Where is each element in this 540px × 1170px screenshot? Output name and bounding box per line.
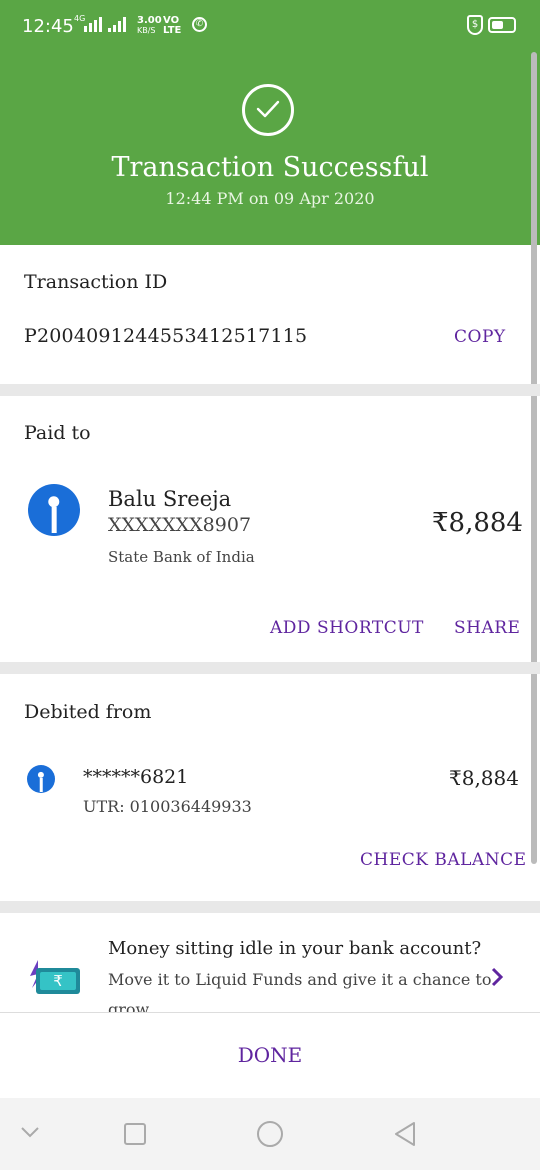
system-navigation-bar <box>0 1098 540 1170</box>
page-title: Transaction Successful <box>111 152 429 183</box>
check-balance-button[interactable]: CHECK BALANCE <box>360 850 526 870</box>
back-triangle-icon[interactable] <box>392 1120 418 1148</box>
promo-body: Move it to Liquid Funds and give it a ch… <box>108 970 492 989</box>
add-shortcut-button[interactable]: ADD SHORTCUT <box>270 618 424 638</box>
divider <box>0 901 540 913</box>
svg-text:₹: ₹ <box>53 972 63 990</box>
status-bar: 12:45 4G 3.00 KB/S VO LTE ✆ $ <box>0 0 540 52</box>
divider <box>0 384 540 396</box>
promo-body-overflow: grow <box>108 1000 150 1012</box>
sbi-logo-icon <box>28 484 80 536</box>
transaction-timestamp: 12:44 PM on 09 Apr 2020 <box>165 189 375 208</box>
promo-title: Money sitting idle in your bank account? <box>108 938 482 959</box>
rupee-note-icon: ₹ <box>30 960 80 994</box>
debit-account: ******6821 <box>83 766 189 788</box>
chevron-right-icon[interactable] <box>490 966 504 988</box>
debited-from-label: Debited from <box>24 701 152 723</box>
sbi-logo-icon <box>27 765 55 793</box>
copy-button[interactable]: COPY <box>454 327 506 347</box>
home-circle-icon[interactable] <box>256 1120 284 1148</box>
signal-icon <box>84 17 102 32</box>
success-header: Transaction Successful 12:44 PM on 09 Ap… <box>0 52 540 245</box>
debit-amount: ₹8,884 <box>449 766 519 790</box>
battery-icon <box>488 17 516 33</box>
network-speed: 3.00 <box>137 15 162 26</box>
share-button[interactable]: SHARE <box>454 618 520 638</box>
transaction-id-value: P2004091244553412517115 <box>24 325 308 347</box>
whatsapp-icon: ✆ <box>192 17 207 32</box>
chevron-down-icon[interactable] <box>20 1126 40 1138</box>
utr-number: UTR: 010036449933 <box>83 797 252 816</box>
transaction-id-label: Transaction ID <box>24 271 168 293</box>
paid-to-label: Paid to <box>24 422 91 444</box>
recents-square-icon[interactable] <box>123 1122 147 1146</box>
payee-account: XXXXXXX8907 <box>108 514 252 536</box>
payee-name: Balu Sreeja <box>108 487 232 511</box>
lte-label: LTE <box>163 25 182 36</box>
divider <box>0 662 540 674</box>
network-speed-unit: KB/S <box>137 26 156 35</box>
paid-amount: ₹8,884 <box>432 508 523 538</box>
signal-icon-2 <box>108 17 126 32</box>
done-button[interactable]: DONE <box>0 1043 540 1067</box>
status-time: 12:45 <box>22 16 74 37</box>
payee-bank: State Bank of India <box>108 548 255 566</box>
shield-icon: $ <box>467 15 483 35</box>
check-circle-icon <box>242 84 294 136</box>
scrollbar[interactable] <box>531 52 537 864</box>
